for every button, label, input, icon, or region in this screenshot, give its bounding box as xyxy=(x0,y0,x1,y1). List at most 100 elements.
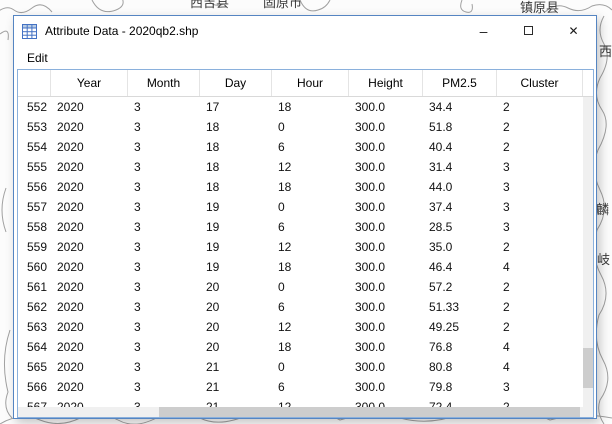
table-row[interactable]: 56620203216300.079.83 xyxy=(18,377,583,397)
row-index-cell: 566 xyxy=(18,380,51,394)
table-row[interactable]: 56120203200300.057.22 xyxy=(18,277,583,297)
table-row[interactable]: 55820203196300.028.53 xyxy=(18,217,583,237)
table-cell: 3 xyxy=(128,100,200,114)
table-cell: 300.0 xyxy=(349,340,423,354)
table-row[interactable]: 559202031912300.035.02 xyxy=(18,237,583,257)
attribute-data-window: Attribute Data - 2020qb2.shp – ✕ Edit Ye… xyxy=(13,15,597,419)
table-cell: 4 xyxy=(497,340,583,354)
table-row[interactable]: 55320203180300.051.82 xyxy=(18,117,583,137)
table-cell: 80.8 xyxy=(423,360,497,374)
horizontal-scrollbar-thumb[interactable] xyxy=(159,407,580,417)
table-cell: 2020 xyxy=(51,120,128,134)
row-index-cell: 562 xyxy=(18,300,51,314)
map-place-label: 岐 xyxy=(597,252,610,267)
row-index-cell: 553 xyxy=(18,120,51,134)
column-header-index[interactable] xyxy=(18,70,51,96)
table-cell: 57.2 xyxy=(423,280,497,294)
table-row[interactable]: 55420203186300.040.42 xyxy=(18,137,583,157)
table-row[interactable]: 56220203206300.051.332 xyxy=(18,297,583,317)
column-header-month[interactable]: Month xyxy=(128,70,200,96)
table-cell: 2020 xyxy=(51,380,128,394)
row-index-cell: 563 xyxy=(18,320,51,334)
table-cell: 2020 xyxy=(51,140,128,154)
vertical-scrollbar[interactable] xyxy=(583,97,593,407)
column-header-pm25[interactable]: PM2.5 xyxy=(423,70,497,96)
table-cell: 0 xyxy=(272,120,349,134)
row-index-cell: 567 xyxy=(18,400,51,407)
table-row[interactable]: 555202031812300.031.43 xyxy=(18,157,583,177)
map-place-label: 麟 xyxy=(596,202,609,217)
table-cell: 2020 xyxy=(51,260,128,274)
table-cell: 300.0 xyxy=(349,280,423,294)
table-cell: 300.0 xyxy=(349,180,423,194)
table-cell: 46.4 xyxy=(423,260,497,274)
table-cell: 44.0 xyxy=(423,180,497,194)
table-cell: 12 xyxy=(272,160,349,174)
table-cell: 51.8 xyxy=(423,120,497,134)
column-header-day[interactable]: Day xyxy=(200,70,272,96)
table-cell: 35.0 xyxy=(423,240,497,254)
minimize-button[interactable]: – xyxy=(461,16,506,45)
maximize-icon xyxy=(524,26,533,35)
row-index-cell: 560 xyxy=(18,260,51,274)
table-cell: 3 xyxy=(497,160,583,174)
table-cell: 300.0 xyxy=(349,220,423,234)
table-cell: 21 xyxy=(200,380,272,394)
table-row[interactable]: 563202032012300.049.252 xyxy=(18,317,583,337)
table-cell: 300.0 xyxy=(349,400,423,407)
table-row[interactable]: 560202031918300.046.44 xyxy=(18,257,583,277)
table-cell: 3 xyxy=(128,260,200,274)
table-cell: 4 xyxy=(497,360,583,374)
table-cell: 300.0 xyxy=(349,320,423,334)
table-cell: 300.0 xyxy=(349,160,423,174)
table-cell: 3 xyxy=(128,200,200,214)
table-cell: 3 xyxy=(128,280,200,294)
table-cell: 2020 xyxy=(51,320,128,334)
table-row[interactable]: 552202031718300.034.42 xyxy=(18,97,583,117)
table-cell: 21 xyxy=(200,360,272,374)
table-cell: 19 xyxy=(200,200,272,214)
table-row[interactable]: 556202031818300.044.03 xyxy=(18,177,583,197)
column-header-height[interactable]: Height xyxy=(349,70,423,96)
maximize-button[interactable] xyxy=(506,16,551,45)
table-cell: 0 xyxy=(272,280,349,294)
column-header-hour[interactable]: Hour xyxy=(272,70,349,96)
table-cell: 300.0 xyxy=(349,380,423,394)
table-row[interactable]: 56520203210300.080.84 xyxy=(18,357,583,377)
table-cell: 300.0 xyxy=(349,240,423,254)
table-cell: 6 xyxy=(272,380,349,394)
table-cell: 28.5 xyxy=(423,220,497,234)
close-button[interactable]: ✕ xyxy=(551,16,596,45)
table-cell: 2 xyxy=(497,400,583,407)
table-cell: 18 xyxy=(272,180,349,194)
table-row[interactable]: 55720203190300.037.43 xyxy=(18,197,583,217)
column-header-cluster[interactable]: Cluster xyxy=(497,70,583,96)
table-cell: 2 xyxy=(497,120,583,134)
row-index-cell: 554 xyxy=(18,140,51,154)
menu-item-edit[interactable]: Edit xyxy=(21,49,54,67)
table-cell: 18 xyxy=(272,340,349,354)
column-header-year[interactable]: Year xyxy=(51,70,128,96)
table-cell: 18 xyxy=(272,100,349,114)
table-cell: 3 xyxy=(128,180,200,194)
map-place-label: 固原市 xyxy=(263,0,302,10)
table-cell: 2020 xyxy=(51,180,128,194)
header-spacer xyxy=(583,70,593,96)
table-cell: 72.4 xyxy=(423,400,497,407)
table-row[interactable]: 564202032018300.076.84 xyxy=(18,337,583,357)
table-row[interactable]: 567202032112300.072.42 xyxy=(18,397,583,407)
table-cell: 300.0 xyxy=(349,360,423,374)
table-cell: 3 xyxy=(128,380,200,394)
table-cell: 49.25 xyxy=(423,320,497,334)
attribute-table: YearMonthDayHourHeightPM2.5Cluster 55220… xyxy=(17,69,594,418)
table-cell: 2020 xyxy=(51,200,128,214)
table-cell: 2 xyxy=(497,140,583,154)
close-icon: ✕ xyxy=(568,24,578,38)
horizontal-scrollbar[interactable] xyxy=(18,407,583,417)
table-cell: 2 xyxy=(497,280,583,294)
minimize-icon: – xyxy=(480,28,488,34)
menu-bar: Edit xyxy=(14,46,596,69)
vertical-scrollbar-thumb[interactable] xyxy=(583,348,593,388)
table-cell: 2020 xyxy=(51,240,128,254)
table-cell: 2020 xyxy=(51,400,128,407)
